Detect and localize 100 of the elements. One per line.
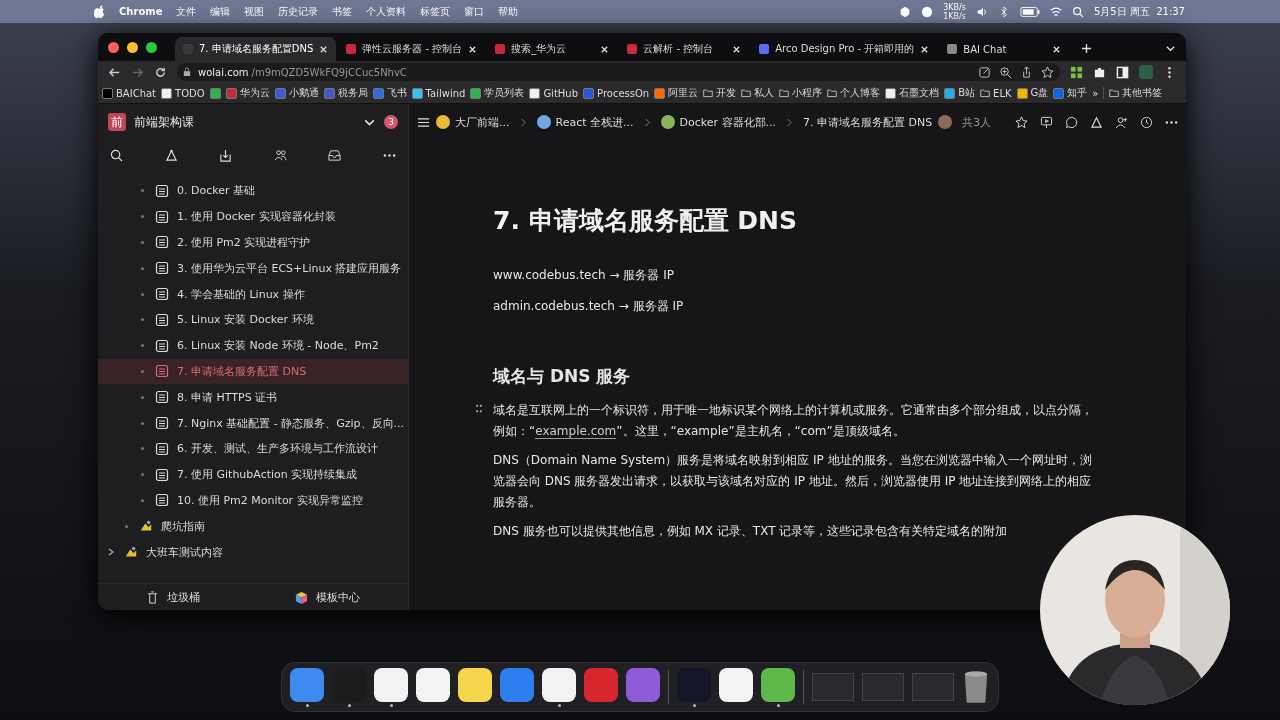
- circle-icon[interactable]: [921, 5, 934, 18]
- bookmark[interactable]: B站: [944, 86, 976, 100]
- page-item[interactable]: 大班车测试内容: [98, 539, 408, 565]
- close-icon[interactable]: [600, 44, 610, 54]
- search-icon[interactable]: [110, 148, 123, 162]
- menu-item[interactable]: 视图: [244, 4, 265, 19]
- browser-tab[interactable]: 7. 申请域名服务配置DNS: [175, 37, 337, 61]
- link[interactable]: example.com: [535, 424, 617, 439]
- notification-badge[interactable]: 3: [384, 115, 398, 129]
- page-item[interactable]: 7. Nginx 基础配置 - 静态服务、Gzip、反向...: [98, 410, 408, 436]
- close-icon[interactable]: [1052, 44, 1062, 54]
- bookmark[interactable]: 小鹅通: [274, 86, 319, 100]
- page-item[interactable]: 7. 申请域名服务配置 DNS: [98, 358, 408, 385]
- template-center-button[interactable]: 模板中心: [295, 589, 361, 605]
- bookmark[interactable]: 税务局: [323, 86, 368, 100]
- page-item[interactable]: 10. 使用 Pm2 Monitor 实现异常监控: [98, 487, 408, 514]
- browser-tab[interactable]: BAI Chat: [939, 37, 1070, 61]
- avatar[interactable]: [938, 115, 953, 129]
- page-item[interactable]: 5. Linux 安装 Docker 环境: [98, 307, 408, 333]
- window-thumbnail[interactable]: [912, 673, 954, 701]
- workspace-name[interactable]: 前端架构课: [134, 113, 355, 131]
- breadcrumb[interactable]: Docker 容器化部...: [660, 114, 777, 130]
- menu-icon[interactable]: [417, 115, 430, 129]
- bookmark[interactable]: G盘: [1016, 86, 1049, 100]
- close-window-button[interactable]: [108, 41, 119, 53]
- inbox-icon[interactable]: [328, 148, 342, 162]
- add-user-icon[interactable]: [1115, 115, 1128, 129]
- wifi-icon[interactable]: [1049, 5, 1062, 18]
- page-item[interactable]: 2. 使用 Pm2 实现进程守护: [98, 229, 408, 256]
- trash-button[interactable]: 垃圾桶: [145, 589, 200, 605]
- bookmark[interactable]: TODO: [161, 87, 205, 99]
- download-icon[interactable]: [219, 148, 233, 162]
- app-icon[interactable]: [374, 667, 408, 702]
- app-icon[interactable]: [719, 667, 753, 702]
- app-menu[interactable]: Chrome: [119, 6, 163, 17]
- browser-tab[interactable]: 搜索_华为云: [487, 37, 618, 61]
- app-icon[interactable]: [416, 667, 450, 702]
- window-thumbnail[interactable]: [812, 673, 854, 701]
- page-item[interactable]: 1. 使用 Docker 实现容器化封装: [98, 203, 408, 230]
- page-item[interactable]: 0. Docker 基础: [98, 178, 408, 204]
- close-icon[interactable]: [468, 44, 478, 54]
- menu-item[interactable]: 编辑: [210, 4, 231, 19]
- app-icon[interactable]: [458, 667, 492, 702]
- bookmark[interactable]: Tailwind: [411, 87, 466, 99]
- people-icon[interactable]: [273, 148, 287, 162]
- history-icon[interactable]: [1140, 115, 1153, 129]
- menu-item[interactable]: 帮助: [498, 4, 519, 19]
- menu-item[interactable]: 文件: [176, 4, 197, 19]
- bookmark[interactable]: 石墨文档: [885, 86, 940, 100]
- breadcrumb[interactable]: 大厂前端...: [436, 114, 510, 130]
- browser-tab[interactable]: 弹性云服务器 - 控制台: [338, 37, 486, 61]
- bookmark[interactable]: 其他书签: [1109, 86, 1163, 100]
- bookmark[interactable]: 阿里云: [654, 86, 699, 100]
- page-item[interactable]: 7. 使用 GithubAction 实现持续集成: [98, 461, 408, 488]
- bookmark[interactable]: ELK: [980, 87, 1012, 99]
- battery-icon[interactable]: [1019, 5, 1040, 18]
- graph-icon[interactable]: [164, 148, 178, 162]
- zoom-button[interactable]: [146, 41, 157, 53]
- bookmark[interactable]: ProcessOn: [583, 87, 650, 99]
- page-item[interactable]: 6. 开发、测试、生产多环境与工作流设计: [98, 435, 408, 462]
- trash-icon[interactable]: [962, 670, 990, 704]
- drag-handle-icon[interactable]: [475, 404, 483, 415]
- menu-item[interactable]: 历史记录: [278, 4, 319, 19]
- side-panel-icon[interactable]: [1116, 65, 1129, 79]
- presentation-icon[interactable]: [1040, 115, 1053, 129]
- close-icon[interactable]: [732, 44, 742, 54]
- bookmark[interactable]: 小程序: [779, 86, 823, 100]
- zoom-in-icon[interactable]: [999, 65, 1012, 79]
- page-item[interactable]: 爬坑指南: [98, 513, 408, 540]
- app-icon[interactable]: [542, 667, 576, 702]
- bookmark[interactable]: 开发: [703, 86, 737, 100]
- site-icon[interactable]: [209, 87, 221, 99]
- page-item[interactable]: 8. 申请 HTTPS 证书: [98, 384, 408, 411]
- graph-icon[interactable]: [1090, 115, 1103, 129]
- bookmark[interactable]: 学员列表: [470, 86, 525, 100]
- collaborator-count[interactable]: 共3人: [962, 114, 992, 130]
- bookmark[interactable]: 个人博客: [827, 86, 881, 100]
- page-item[interactable]: 4. 学会基础的 Linux 操作: [98, 281, 408, 307]
- star-icon[interactable]: [1041, 65, 1054, 79]
- menu-item[interactable]: 书签: [332, 4, 353, 19]
- bookmark[interactable]: 华为云: [225, 86, 270, 100]
- menu-item[interactable]: 个人资料: [366, 4, 407, 19]
- hexagon-icon[interactable]: [899, 5, 912, 18]
- window-thumbnail[interactable]: [862, 673, 904, 701]
- bookmark[interactable]: 知乎: [1053, 86, 1088, 100]
- app-icon[interactable]: [761, 667, 795, 702]
- address-bar[interactable]: wolai.com /m9mQZD5WkFQ9jCCuc5NhvC: [177, 63, 1060, 81]
- minimize-button[interactable]: [127, 41, 138, 53]
- new-tab-icon[interactable]: [1081, 43, 1093, 54]
- more-bookmarks-button[interactable]: »: [1092, 87, 1099, 99]
- share-icon[interactable]: [1020, 65, 1033, 79]
- browser-tab[interactable]: Arco Design Pro - 开箱即用的: [751, 37, 938, 61]
- clock[interactable]: 5月5日 周五 21:37: [1093, 4, 1185, 19]
- breadcrumb[interactable]: 7. 申请域名服务配置 DNS: [803, 114, 933, 130]
- page-item[interactable]: 3. 使用华为云平台 ECS+Linux 搭建应用服务: [98, 255, 408, 282]
- close-icon[interactable]: [920, 44, 930, 54]
- bookmark[interactable]: 飞书: [372, 86, 407, 100]
- reload-icon[interactable]: [154, 65, 167, 79]
- bookmark[interactable]: BAIChat: [102, 87, 157, 99]
- chevron-down-icon[interactable]: [1165, 43, 1176, 54]
